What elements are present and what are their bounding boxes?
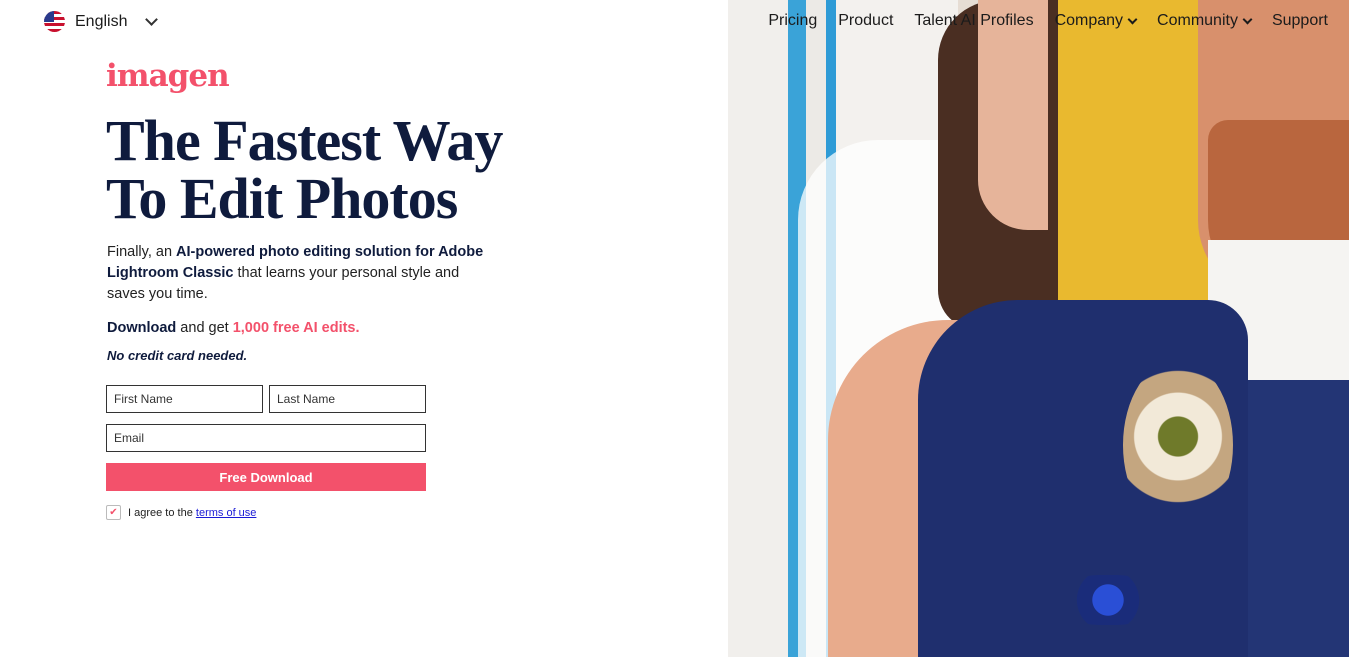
signup-panel: English imagen The Fastest Way To Edit P… xyxy=(0,0,728,657)
nav-product-label: Product xyxy=(838,12,894,29)
chevron-down-icon xyxy=(1242,14,1253,24)
terms-checkbox[interactable]: ✔ xyxy=(106,505,121,520)
chevron-down-icon xyxy=(145,13,159,26)
nav-community[interactable]: Community xyxy=(1157,12,1253,30)
us-flag-icon xyxy=(44,11,65,32)
chevron-down-icon xyxy=(1127,14,1138,24)
nav-company[interactable]: Company xyxy=(1054,12,1138,30)
nav-community-label: Community xyxy=(1157,12,1238,29)
nav-company-label: Company xyxy=(1054,12,1124,29)
hero-photo xyxy=(728,0,1349,657)
hero-description: Finally, an AI-powered photo editing sol… xyxy=(107,242,497,305)
language-label: English xyxy=(75,12,128,30)
offer-highlight: 1,000 free AI edits. xyxy=(232,320,360,336)
nav-product[interactable]: Product xyxy=(838,12,893,30)
desc-pre: Finally, an xyxy=(107,244,177,260)
checkmark-icon: ✔ xyxy=(109,507,118,518)
terms-of-use-link[interactable]: terms of use xyxy=(196,507,257,519)
nav-talent-ai-profiles[interactable]: Talent AI Profiles xyxy=(914,12,1033,30)
language-selector[interactable]: English xyxy=(44,11,159,32)
agree-label: I agree to the terms of use xyxy=(128,507,256,519)
nav-pricing-label: Pricing xyxy=(768,12,818,29)
top-nav: Pricing Product Talent AI Profiles Compa… xyxy=(728,0,1349,42)
offer-text: Download and get 1,000 free AI edits. xyxy=(107,320,360,336)
last-name-input[interactable] xyxy=(269,385,426,413)
no-credit-card-note: No credit card needed. xyxy=(107,348,248,363)
photo-groom-jacket-right xyxy=(1248,380,1349,657)
nav-talent-label: Talent AI Profiles xyxy=(914,12,1034,29)
email-input[interactable] xyxy=(106,424,426,452)
nav-support[interactable]: Support xyxy=(1272,12,1328,30)
agree-text: I agree to the xyxy=(128,506,196,519)
nav-support-label: Support xyxy=(1271,12,1328,29)
offer-mid: and get xyxy=(176,320,233,336)
free-download-button[interactable]: Free Download xyxy=(106,463,426,491)
headline-line-1: The Fastest Way xyxy=(106,108,503,173)
page-title: The Fastest Way To Edit Photos xyxy=(106,112,526,228)
photo-boutonniere xyxy=(1123,360,1233,530)
nav-pricing[interactable]: Pricing xyxy=(768,12,817,30)
first-name-input[interactable] xyxy=(106,385,263,413)
imagen-logo[interactable]: imagen xyxy=(106,58,230,94)
terms-agreement: ✔ I agree to the terms of use xyxy=(106,505,256,520)
headline-line-2: To Edit Photos xyxy=(106,166,458,231)
photo-pocket-square xyxy=(1063,575,1153,625)
offer-bold: Download xyxy=(107,320,177,336)
